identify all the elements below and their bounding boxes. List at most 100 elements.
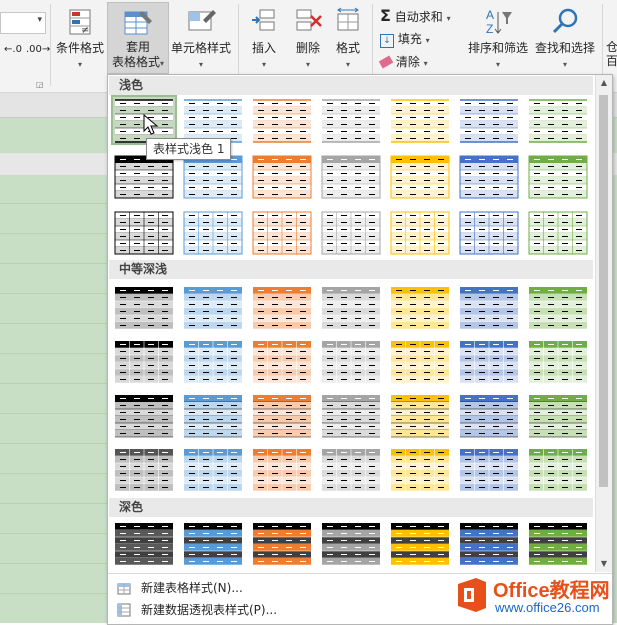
table-style-thumbnail[interactable] [251, 97, 313, 143]
table-style-thumbnail[interactable] [113, 209, 175, 255]
table-style-thumbnail[interactable] [182, 338, 244, 384]
table-style-thumbnail[interactable] [113, 392, 175, 438]
chevron-down-icon: ▾ [305, 60, 310, 69]
table-style-thumbnail[interactable] [458, 520, 520, 566]
table-style-thumbnail[interactable] [389, 392, 451, 438]
table-style-thumbnail[interactable] [113, 446, 175, 492]
table-style-thumbnail[interactable] [320, 338, 382, 384]
table-style-thumbnail[interactable] [182, 392, 244, 438]
delete-button[interactable]: 删除 ▾ [288, 6, 328, 70]
table-style-preview [114, 211, 174, 255]
table-style-thumbnail[interactable] [251, 284, 313, 330]
table-style-thumbnail[interactable] [527, 338, 589, 384]
table-style-thumbnail[interactable] [527, 153, 589, 199]
gallery-scrollbar[interactable]: ▲ ▼ [595, 75, 612, 572]
table-style-thumbnail[interactable] [458, 338, 520, 384]
sigma-icon: Σ [380, 6, 391, 25]
table-style-preview [391, 99, 449, 143]
table-style-thumbnail[interactable] [182, 209, 244, 255]
table-style-thumbnail[interactable] [458, 284, 520, 330]
find-select-button[interactable]: 查找和选择 ▾ [532, 6, 598, 70]
table-style-preview [322, 99, 380, 143]
section-medium-header: 中等深浅 [109, 260, 593, 279]
table-style-thumbnail[interactable] [527, 392, 589, 438]
table-style-thumbnail[interactable] [320, 520, 382, 566]
table-style-thumbnail[interactable] [251, 153, 313, 199]
decrease-decimal-button[interactable]: ←.0 [4, 44, 22, 55]
table-style-thumbnail[interactable] [389, 338, 451, 384]
table-style-thumbnail[interactable] [458, 97, 520, 143]
dialog-launcher-icon[interactable]: ◲ [36, 80, 44, 89]
gridline [0, 263, 108, 264]
table-style-thumbnail[interactable] [389, 97, 451, 143]
new-pivot-style-icon [117, 603, 131, 617]
table-style-preview [529, 449, 587, 492]
gridline [0, 443, 108, 444]
table-style-thumbnail[interactable] [113, 520, 175, 566]
table-style-thumbnail[interactable] [320, 153, 382, 199]
table-style-thumbnail[interactable] [182, 284, 244, 330]
table-style-thumbnail[interactable] [458, 153, 520, 199]
chevron-down-icon: ▾ [345, 60, 350, 69]
table-style-thumbnail[interactable] [320, 97, 382, 143]
gridline [0, 233, 108, 234]
table-style-preview [184, 341, 242, 384]
cell-styles-button[interactable]: 单元格样式 ▾ [168, 6, 234, 70]
table-style-thumbnail[interactable] [458, 446, 520, 492]
insert-button[interactable]: 插入 ▾ [244, 6, 284, 70]
table-style-thumbnail[interactable] [389, 520, 451, 566]
format-as-table-button[interactable]: 套用 表格格式▾ [107, 2, 169, 74]
table-style-thumbnail[interactable] [251, 338, 313, 384]
gridline [0, 293, 108, 294]
table-style-thumbnail[interactable] [182, 446, 244, 492]
table-style-thumbnail[interactable] [458, 209, 520, 255]
table-style-thumbnail[interactable] [251, 446, 313, 492]
table-style-preview [115, 287, 173, 330]
table-style-thumbnail[interactable] [527, 446, 589, 492]
table-style-thumbnail[interactable] [458, 392, 520, 438]
table-style-preview [459, 211, 519, 255]
table-style-thumbnail[interactable] [527, 520, 589, 566]
autosum-button[interactable]: Σ 自动求和 ▾ [380, 6, 451, 25]
table-style-preview [322, 341, 380, 384]
table-style-thumbnail[interactable] [320, 209, 382, 255]
table-style-thumbnail[interactable] [113, 338, 175, 384]
table-style-preview [184, 523, 242, 566]
watermark-brand: Office教程网 [493, 580, 610, 602]
table-style-thumbnail[interactable] [182, 97, 244, 143]
table-style-thumbnail[interactable] [389, 153, 451, 199]
table-style-preview [460, 99, 518, 143]
gridline [0, 383, 108, 384]
scrollbar-thumb[interactable] [599, 95, 608, 487]
table-style-thumbnail[interactable] [527, 209, 589, 255]
number-format-combo[interactable]: ▾ [0, 12, 46, 34]
table-style-thumbnail[interactable] [251, 392, 313, 438]
table-style-preview [184, 287, 242, 330]
table-style-thumbnail[interactable] [182, 520, 244, 566]
table-style-thumbnail[interactable] [389, 446, 451, 492]
table-style-thumbnail[interactable] [389, 284, 451, 330]
table-style-thumbnail[interactable] [251, 520, 313, 566]
table-style-thumbnail[interactable] [113, 284, 175, 330]
format-button[interactable]: 格式 ▾ [330, 6, 366, 70]
table-style-thumbnail[interactable] [320, 284, 382, 330]
chevron-down-icon: ▾ [198, 60, 203, 69]
table-style-preview [528, 211, 588, 255]
table-style-thumbnail[interactable] [527, 97, 589, 143]
table-style-thumbnail[interactable] [389, 209, 451, 255]
gridline [0, 353, 108, 354]
clear-button[interactable]: 清除 ▾ [378, 53, 428, 70]
table-style-thumbnail[interactable] [320, 446, 382, 492]
table-style-thumbnail[interactable] [527, 284, 589, 330]
chevron-down-icon: ▾ [423, 59, 428, 68]
table-style-preview [460, 395, 518, 438]
conditional-format-button[interactable]: ≠ 条件格式 ▾ [52, 6, 108, 70]
ribbon-edge-button[interactable]: 仓 百 [606, 40, 617, 68]
fill-button[interactable]: ↓ 填充 ▾ [380, 30, 430, 48]
table-style-thumbnail[interactable] [320, 392, 382, 438]
scroll-up-icon[interactable]: ▲ [596, 75, 612, 91]
scroll-down-icon[interactable]: ▼ [596, 556, 612, 572]
sort-filter-button[interactable]: A Z 排序和筛选 ▾ [466, 6, 530, 70]
increase-decimal-button[interactable]: .00→ [26, 44, 50, 55]
table-style-thumbnail[interactable] [251, 209, 313, 255]
